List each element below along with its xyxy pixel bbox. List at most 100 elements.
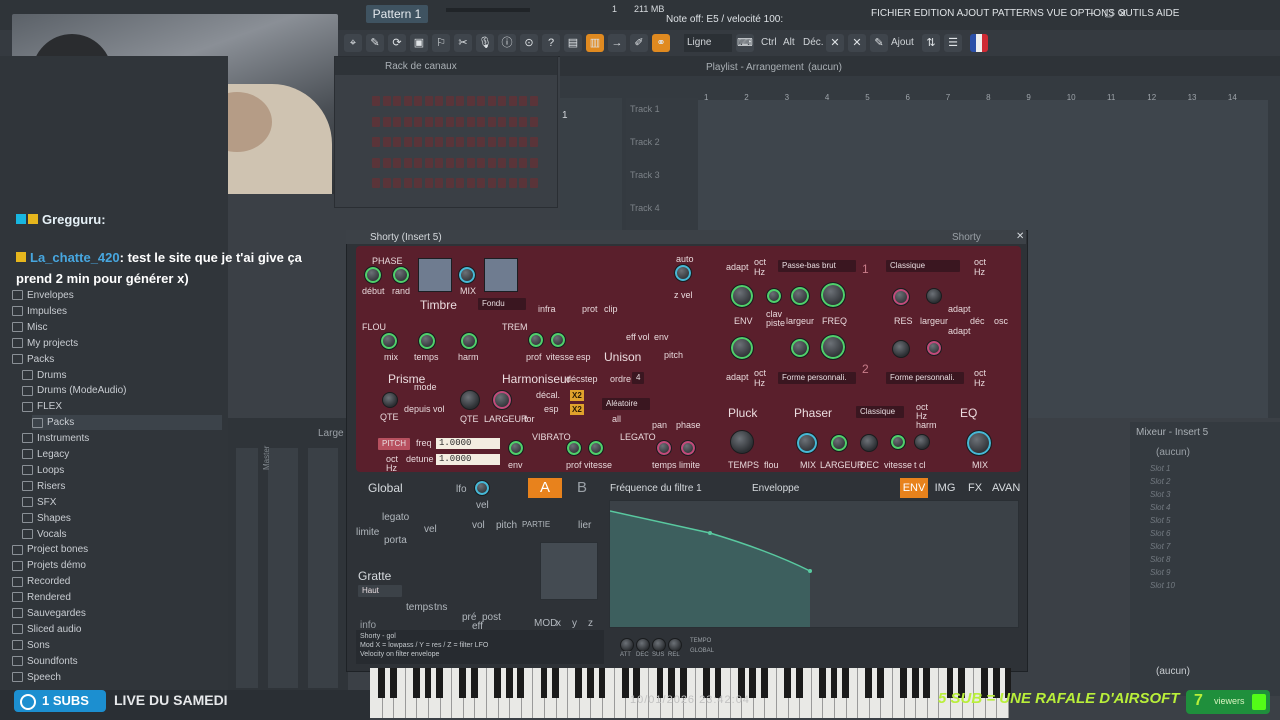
step-button[interactable] (529, 116, 538, 127)
flag-icon[interactable] (970, 34, 988, 52)
aleatoire-select[interactable]: Aléatoire (602, 398, 650, 410)
sus-knob[interactable] (652, 638, 666, 652)
browser-item[interactable]: Envelopes (12, 288, 74, 303)
filter-largeur2-knob[interactable] (926, 288, 942, 304)
xy-pad[interactable] (540, 542, 598, 600)
menu-edition[interactable]: EDITION (914, 8, 955, 19)
step-button[interactable] (403, 178, 412, 188)
step-button[interactable] (403, 157, 412, 168)
phase-rand-knob[interactable] (392, 266, 410, 284)
step-button[interactable] (487, 116, 496, 127)
osc-shape-b[interactable] (484, 258, 518, 292)
tab-fx[interactable]: FX (966, 478, 984, 498)
phaser-dec-knob[interactable] (860, 434, 878, 452)
harm-qte-knob[interactable] (460, 390, 480, 410)
browser-item[interactable]: Recorded (12, 574, 70, 589)
browser-item[interactable]: Projets démo (12, 558, 86, 573)
step-button[interactable] (529, 96, 538, 106)
step-button[interactable] (519, 157, 527, 168)
step-button[interactable] (456, 178, 464, 188)
browser-item[interactable]: Speech (12, 670, 61, 685)
step-button[interactable] (435, 178, 443, 188)
step-button[interactable] (382, 157, 391, 168)
fondu-select[interactable]: Fondu (478, 298, 526, 310)
osc-shape-a[interactable] (418, 258, 452, 292)
trem-prof-knob[interactable] (528, 332, 544, 348)
browser-item[interactable]: Packs (32, 415, 222, 431)
step-button[interactable] (445, 137, 454, 147)
step-button[interactable] (445, 178, 454, 188)
rel-knob[interactable] (668, 638, 682, 652)
master-volume-slider[interactable] (446, 8, 530, 12)
browser-item[interactable]: Sliced audio (12, 622, 81, 637)
mixer-input-select[interactable]: (aucun) (1156, 447, 1190, 458)
step-button[interactable] (445, 96, 454, 106)
next-icon[interactable]: → (608, 34, 626, 52)
keyboard-icon[interactable]: ⌨ (736, 34, 754, 52)
step-button[interactable] (403, 116, 412, 127)
step-button[interactable] (508, 116, 517, 127)
menu-patterns[interactable]: PATTERNS (992, 8, 1044, 19)
step-button[interactable] (414, 178, 422, 188)
tab-img[interactable]: IMG (934, 478, 956, 498)
forme2-select[interactable]: Forme personnali. (886, 372, 964, 384)
prisme-qte-knob[interactable] (382, 392, 398, 408)
filter-freq-knob[interactable] (820, 282, 846, 308)
phaser-mix-knob[interactable] (796, 432, 818, 454)
step-button[interactable] (456, 137, 464, 147)
mixer-slot[interactable]: Slot 10 (1150, 581, 1175, 590)
pluck-temps-knob[interactable] (730, 430, 754, 454)
step-button[interactable] (414, 116, 422, 127)
step-button[interactable] (487, 157, 496, 168)
step-button[interactable] (487, 96, 496, 106)
piano-keyboard[interactable] (370, 668, 1012, 718)
mixer-slot[interactable]: Slot 3 (1150, 490, 1170, 499)
step-button[interactable] (529, 178, 538, 188)
lfo-knob[interactable] (474, 480, 490, 496)
step-button[interactable] (456, 116, 464, 127)
menu-fichier[interactable]: FICHIER (871, 8, 911, 19)
snap-select[interactable]: Ligne (684, 34, 732, 52)
step-button[interactable] (435, 116, 443, 127)
browser-item[interactable]: Drums (22, 368, 66, 383)
step-button[interactable] (477, 157, 485, 168)
loop-icon[interactable]: ⟳ (388, 34, 406, 52)
step-button[interactable] (393, 137, 401, 147)
dec-key[interactable]: Déc. (800, 34, 827, 52)
eq-mix-knob[interactable] (966, 430, 992, 456)
playlist-view-icon[interactable]: ▥ (586, 34, 604, 52)
filter2-largeur-knob[interactable] (926, 340, 942, 356)
step-button[interactable] (393, 96, 401, 106)
step-button[interactable] (519, 178, 527, 188)
step-button[interactable] (498, 157, 506, 168)
playlist-pattern-num[interactable]: 1 (562, 110, 568, 121)
browser-item[interactable]: Drums (ModeAudio) (22, 383, 126, 398)
tempo-toggle[interactable]: TEMPO (690, 638, 711, 644)
step-button[interactable] (498, 96, 506, 106)
mixer-slot[interactable]: Slot 4 (1150, 503, 1170, 512)
step-button[interactable] (424, 137, 433, 147)
flou-mix-knob[interactable] (380, 332, 398, 350)
browser-item[interactable]: Instruments (22, 431, 89, 446)
step-button[interactable] (424, 157, 433, 168)
menu-vue[interactable]: VUE (1047, 8, 1068, 19)
step-button[interactable] (466, 137, 475, 147)
step-button[interactable] (393, 178, 401, 188)
phaser-largeur-knob[interactable] (830, 434, 848, 452)
ctrl-key[interactable]: Ctrl (758, 34, 780, 52)
filter1-type-select[interactable]: Passe-bas brut (778, 260, 856, 272)
step-button[interactable] (403, 96, 412, 106)
phaser-type-select[interactable]: Classique (856, 406, 904, 418)
tab-b[interactable]: B (570, 478, 594, 498)
filter2-env-knob[interactable] (730, 336, 754, 360)
step-button[interactable] (372, 137, 380, 147)
phase-start-knob[interactable] (364, 266, 382, 284)
step-button[interactable] (414, 157, 422, 168)
step-button[interactable] (382, 137, 391, 147)
track-label[interactable]: Track 3 (630, 170, 660, 180)
tab-env[interactable]: ENV (900, 478, 928, 498)
step-button[interactable] (498, 178, 506, 188)
step-button[interactable] (529, 157, 538, 168)
mic-icon[interactable]: 🎙 (476, 34, 494, 52)
detune-display[interactable]: 1.0000 (436, 454, 500, 465)
